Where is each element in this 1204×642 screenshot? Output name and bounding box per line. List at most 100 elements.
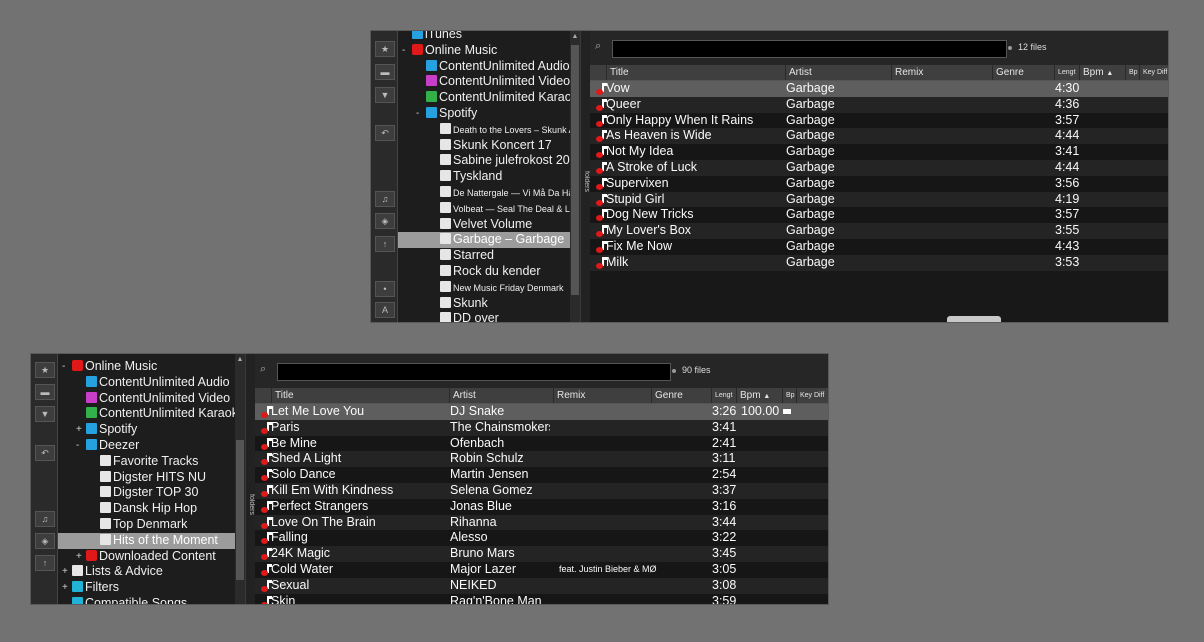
- tree-item[interactable]: Tyskland: [398, 169, 570, 185]
- search-input[interactable]: [277, 363, 671, 381]
- undo-icon[interactable]: ↶: [35, 445, 55, 461]
- column-length[interactable]: Lengt: [1054, 65, 1079, 80]
- track-row[interactable]: Love On The Brain Rihanna 3:44: [255, 514, 828, 531]
- tree-item[interactable]: De Nattergale — Vi Må Da Håbe Det Bedste: [398, 185, 580, 201]
- column-remix[interactable]: Remix: [553, 388, 651, 403]
- tree-item[interactable]: - Online Music: [58, 359, 235, 375]
- tree-item[interactable]: Starred: [398, 248, 570, 264]
- column-remix[interactable]: Remix: [891, 65, 992, 80]
- column-bp[interactable]: Bp: [1125, 65, 1139, 80]
- tree-item[interactable]: Sabine julefrokost 2016: [398, 153, 580, 169]
- tree-item[interactable]: + Spotify: [58, 422, 235, 438]
- track-row[interactable]: Milk Garbage 3:53: [590, 254, 1168, 271]
- column-length[interactable]: Lengt: [711, 388, 736, 403]
- dot-icon[interactable]: •: [375, 281, 395, 297]
- track-row[interactable]: Falling Alesso 3:22: [255, 530, 828, 547]
- search-input[interactable]: [612, 40, 1007, 58]
- collapse-icon[interactable]: -: [62, 359, 65, 375]
- track-row[interactable]: Shed A Light Robin Schulz 3:11: [255, 451, 828, 468]
- track-row[interactable]: As Heaven is Wide Garbage 4:44: [590, 128, 1168, 145]
- tree-item[interactable]: ContentUnlimited Video: [398, 74, 570, 90]
- track-row[interactable]: Not My Idea Garbage 3:41: [590, 144, 1168, 160]
- tree-item[interactable]: ContentUnlimited Audio: [58, 375, 235, 391]
- tree-item[interactable]: Top Denmark: [58, 517, 235, 533]
- window-icon[interactable]: ▬: [35, 384, 55, 400]
- tree-item[interactable]: Hits of the Moment: [58, 532, 235, 549]
- track-row[interactable]: Cold Water Major Lazer feat. Justin Bieber…: [255, 561, 828, 578]
- window-icon[interactable]: ▬: [375, 64, 395, 80]
- tree-item[interactable]: - Online Music: [398, 43, 570, 59]
- tree-item[interactable]: Volbeat — Seal The Deal & Let's Boogie: [398, 201, 580, 217]
- collapse-icon[interactable]: -: [402, 43, 405, 59]
- tree-item[interactable]: DD over: [398, 311, 570, 322]
- tree-item[interactable]: + Downloaded Content: [58, 549, 235, 565]
- track-row[interactable]: Vow Garbage 4:30: [590, 81, 1168, 97]
- expand-icon[interactable]: +: [76, 549, 82, 565]
- tree-item[interactable]: Favorite Tracks: [58, 454, 235, 470]
- tree-item[interactable]: iTunes: [398, 31, 570, 43]
- note-icon[interactable]: ♫: [35, 511, 55, 527]
- filter-icon[interactable]: ▼: [375, 87, 395, 103]
- column-key[interactable]: Key Diff: [1139, 65, 1168, 80]
- expand-icon[interactable]: +: [62, 580, 68, 596]
- track-row[interactable]: Dog New Tricks Garbage 3:57: [590, 207, 1168, 224]
- track-row[interactable]: 24K Magic Bruno Mars 3:45: [255, 546, 828, 562]
- pin-icon[interactable]: ↑: [375, 236, 395, 252]
- pin-icon[interactable]: ↑: [35, 555, 55, 571]
- expand-icon[interactable]: +: [76, 422, 82, 438]
- tree-item[interactable]: + Filters: [58, 580, 235, 596]
- star-icon[interactable]: ★: [375, 41, 395, 57]
- filter-icon[interactable]: ▼: [35, 406, 55, 422]
- tree-item[interactable]: Rock du kender: [398, 264, 570, 280]
- track-row[interactable]: Kill Em With Kindness Selena Gomez 3:37: [255, 482, 828, 499]
- tree-item[interactable]: Garbage – Garbage: [398, 232, 570, 249]
- tree-item[interactable]: Compatible Songs: [58, 596, 235, 604]
- search-icon[interactable]: ⌕: [595, 40, 609, 53]
- column-title[interactable]: Title: [271, 388, 449, 403]
- track-row[interactable]: Solo Dance Martin Jensen 2:54: [255, 467, 828, 483]
- star-icon[interactable]: ★: [35, 362, 55, 378]
- a-icon[interactable]: A: [375, 302, 395, 318]
- track-row[interactable]: Be Mine Ofenbach 2:41: [255, 435, 828, 452]
- scroll-up-icon[interactable]: ▲: [571, 33, 579, 41]
- tree-item[interactable]: - Spotify: [398, 106, 570, 122]
- track-row[interactable]: Fix Me Now Garbage 4:43: [590, 238, 1168, 255]
- column-key[interactable]: Key Diff: [796, 388, 828, 403]
- tree-item[interactable]: ContentUnlimited Karaoke: [398, 90, 580, 106]
- tree-item[interactable]: Death to the Lovers – Skunk Anansie: [398, 122, 580, 138]
- tree-item[interactable]: Skunk: [398, 296, 570, 312]
- tree-item[interactable]: Dansk Hip Hop: [58, 501, 235, 517]
- track-row[interactable]: Paris The Chainsmokers 3:41: [255, 419, 828, 436]
- tag-icon[interactable]: ◈: [35, 533, 55, 549]
- tree-item[interactable]: New Music Friday Denmark: [398, 280, 570, 296]
- scroll-up-icon[interactable]: ▲: [236, 356, 244, 364]
- column-bp[interactable]: Bp: [782, 388, 796, 403]
- tag-icon[interactable]: ◈: [375, 213, 395, 229]
- track-row[interactable]: Stupid Girl Garbage 4:19: [590, 191, 1168, 208]
- track-row[interactable]: My Lover's Box Garbage 3:55: [590, 223, 1168, 239]
- column-artist[interactable]: Artist: [785, 65, 891, 80]
- column-genre[interactable]: Genre: [651, 388, 711, 403]
- track-row[interactable]: Queer Garbage 4:36: [590, 96, 1168, 113]
- tree-item[interactable]: Digster HITS NU: [58, 470, 235, 486]
- track-row[interactable]: Sexual NEIKED 3:08: [255, 577, 828, 594]
- column-bpm[interactable]: Bpm ▲: [1079, 65, 1125, 80]
- tree-item[interactable]: ContentUnlimited Audio: [398, 59, 570, 75]
- expand-icon[interactable]: +: [62, 564, 68, 580]
- track-row[interactable]: Let Me Love You DJ Snake 3:26 100.00: [255, 404, 828, 420]
- scroll-thumb[interactable]: [571, 45, 579, 295]
- collapse-icon[interactable]: -: [416, 106, 419, 122]
- tree-item[interactable]: ContentUnlimited Video: [58, 391, 235, 407]
- column-bpm[interactable]: Bpm ▲: [736, 388, 782, 403]
- tree-item[interactable]: Digster TOP 30: [58, 485, 235, 501]
- tree-scrollbar[interactable]: ▲: [235, 354, 245, 604]
- tree-scrollbar[interactable]: ▲: [570, 31, 580, 322]
- column-title[interactable]: Title: [606, 65, 785, 80]
- tree-item[interactable]: Skunk Koncert 17: [398, 138, 570, 154]
- track-row[interactable]: Skin Rag'n'Bone Man 3:59: [255, 593, 828, 604]
- track-row[interactable]: Supervixen Garbage 3:56: [590, 175, 1168, 192]
- tree-item[interactable]: - Deezer: [58, 438, 235, 454]
- scroll-thumb[interactable]: [236, 440, 244, 580]
- tree-item[interactable]: Velvet Volume: [398, 217, 570, 233]
- tree-item[interactable]: ContentUnlimited Karaoke: [58, 406, 245, 422]
